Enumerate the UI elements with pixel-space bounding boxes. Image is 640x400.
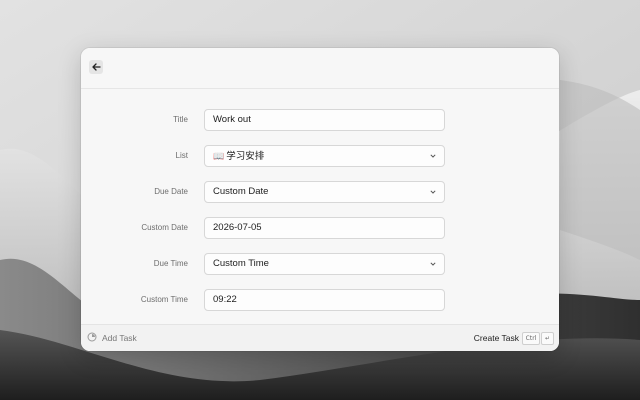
due-date-label: Due Date [154, 187, 188, 196]
window-header [81, 48, 559, 89]
list-value: 学习安排 [226, 151, 265, 162]
open-book-icon: 📖 [213, 151, 225, 161]
due-time-label: Due Time [153, 259, 188, 268]
due-date-row: Due Date Custom Date [81, 181, 559, 203]
custom-date-input[interactable]: 2026-07-05 [204, 217, 445, 239]
list-row: List 📖 学习安排 [81, 145, 559, 167]
task-spinner-icon [87, 332, 97, 342]
chevron-down-icon [429, 254, 437, 274]
create-task-button[interactable]: Create Task [474, 325, 519, 351]
due-time-row: Due Time Custom Time [81, 253, 559, 275]
arrow-left-icon [91, 63, 101, 71]
custom-time-value: 09:22 [213, 294, 237, 305]
custom-date-row: Custom Date 2026-07-05 [81, 217, 559, 239]
title-input[interactable]: Work out [204, 109, 445, 131]
back-button[interactable] [89, 60, 103, 74]
due-time-value: Custom Time [213, 258, 269, 269]
title-label: Title [173, 115, 188, 124]
due-date-value: Custom Date [213, 186, 269, 197]
title-row: Title Work out [81, 109, 559, 131]
list-select[interactable]: 📖 学习安排 [204, 145, 445, 167]
title-value: Work out [213, 114, 251, 125]
custom-date-value: 2026-07-05 [213, 222, 262, 233]
custom-time-row: Custom Time 09:22 [81, 289, 559, 311]
enter-key-hint: ↵ [541, 332, 554, 345]
custom-time-input[interactable]: 09:22 [204, 289, 445, 311]
window-footer: Add Task Create Task Ctrl ↵ [81, 324, 559, 351]
custom-date-label: Custom Date [141, 223, 188, 232]
chevron-down-icon [429, 182, 437, 202]
due-time-select[interactable]: Custom Time [204, 253, 445, 275]
ctrl-key-hint: Ctrl [522, 332, 540, 345]
list-label: List [175, 151, 188, 160]
custom-time-label: Custom Time [140, 295, 188, 304]
due-date-select[interactable]: Custom Date [204, 181, 445, 203]
new-task-window: Title Work out List 📖 学习安排 Due Date Custo… [81, 48, 559, 351]
add-task-label: Add Task [102, 333, 137, 343]
chevron-down-icon [429, 146, 437, 166]
